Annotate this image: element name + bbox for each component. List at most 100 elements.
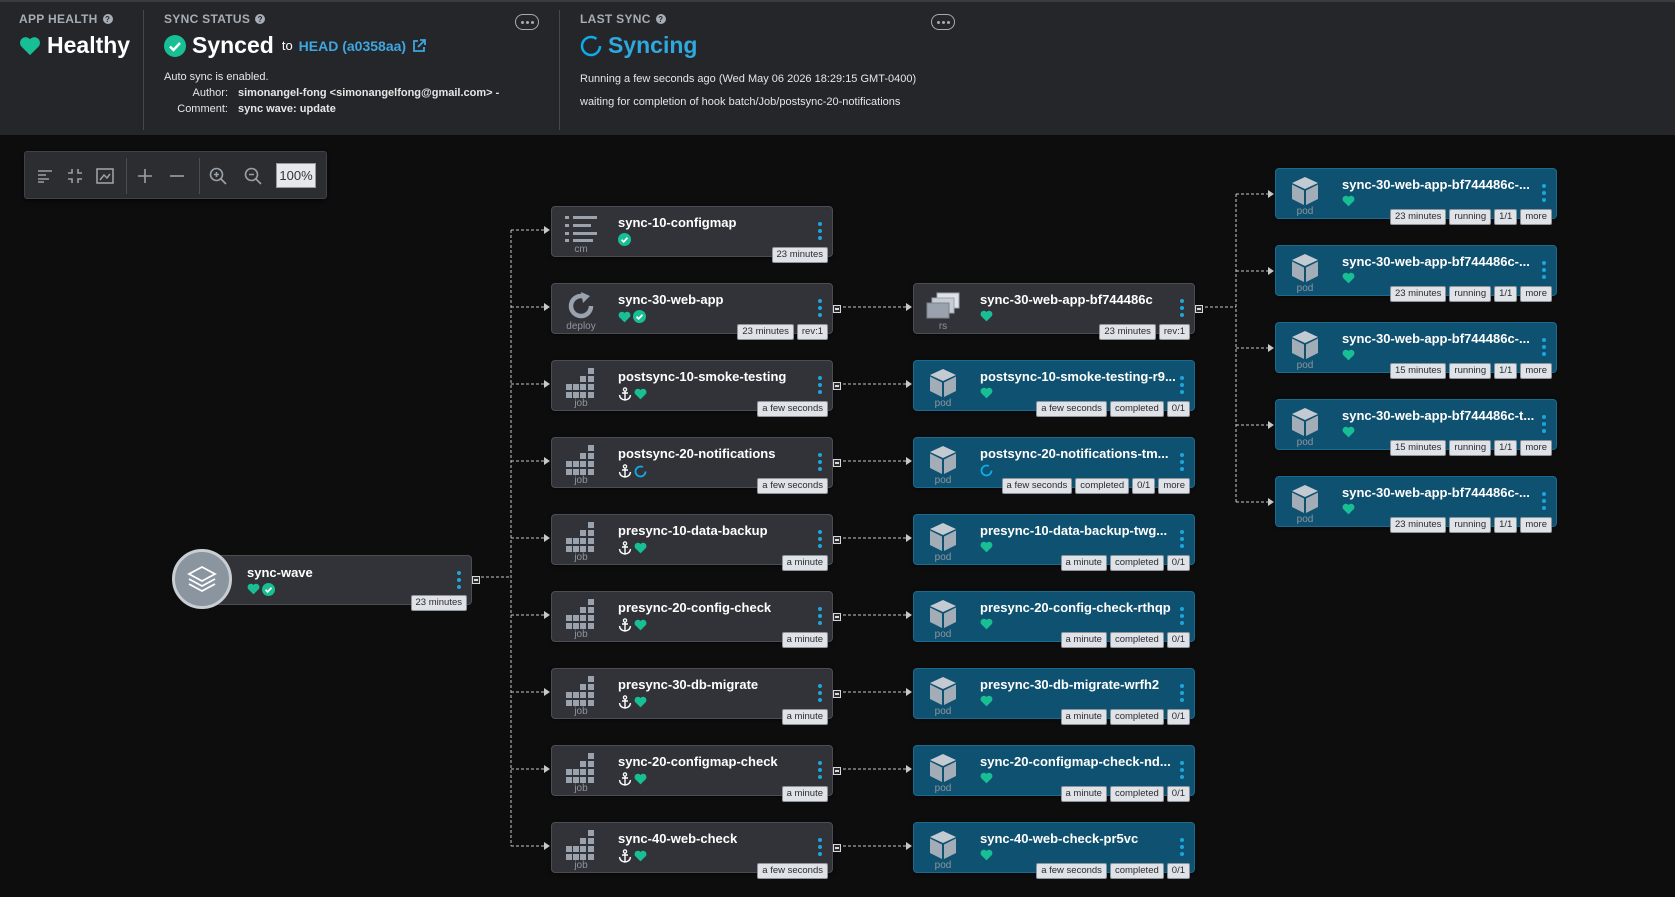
collapse-toggle[interactable] — [833, 613, 841, 621]
resource-node[interactable]: cm sync-10-configmap 23 minutes — [551, 206, 833, 263]
node-menu-icon[interactable] — [1180, 299, 1184, 317]
node-menu-icon[interactable] — [818, 838, 822, 856]
collapse-toggle[interactable] — [833, 382, 841, 390]
node-menu-icon[interactable] — [1542, 415, 1546, 433]
resource-tag: 15 minutes — [1389, 363, 1447, 379]
node-menu-icon[interactable] — [1542, 184, 1546, 202]
pod-node[interactable]: pod presync-20-config-check-rthqp a minute… — [913, 591, 1195, 648]
node-menu-icon[interactable] — [1542, 492, 1546, 510]
pod-node[interactable]: pod sync-30-web-app-bf744486c-... 23 minut… — [1275, 476, 1557, 533]
collapse-toggle[interactable] — [833, 767, 841, 775]
node-menu-icon[interactable] — [1180, 453, 1184, 471]
pod-node[interactable]: pod presync-10-data-backup-twg... a minute… — [913, 514, 1195, 571]
resource-kind: pod — [934, 629, 952, 640]
resource-status — [618, 387, 647, 401]
node-menu-icon[interactable] — [1180, 607, 1184, 625]
zoom-in-icon[interactable] — [206, 164, 230, 188]
minus-icon[interactable] — [165, 164, 189, 188]
resource-node[interactable]: job presync-30-db-migrate a minute — [551, 668, 841, 725]
author-label: Author: — [192, 87, 228, 99]
resource-tag[interactable]: more — [1520, 517, 1552, 533]
app-node-menu-icon[interactable] — [457, 571, 461, 589]
collapse-toggle[interactable] — [1195, 305, 1203, 313]
resource-tags: a few seconds — [757, 863, 828, 879]
pod-node[interactable]: pod sync-40-web-check-pr5vc a few seconds c… — [913, 822, 1195, 879]
progressing-icon — [980, 464, 993, 477]
node-menu-icon[interactable] — [818, 299, 822, 317]
node-menu-icon[interactable] — [1180, 838, 1184, 856]
hook-anchor-icon — [618, 772, 632, 786]
zoom-level-input[interactable]: 100% — [276, 163, 316, 188]
fit-screen-icon[interactable] — [93, 164, 117, 188]
collapse-toggle[interactable] — [833, 690, 841, 698]
align-left-icon[interactable] — [33, 164, 57, 188]
edge-arrow — [1268, 421, 1274, 429]
replicaset-icon — [924, 291, 962, 321]
grid-icon — [562, 522, 600, 552]
resource-tags: a minute completed 0/1 — [1060, 555, 1190, 571]
heart-icon — [247, 583, 260, 595]
cube-icon — [1286, 407, 1324, 437]
help-icon[interactable]: ? — [655, 14, 666, 24]
collapse-toggle[interactable] — [833, 844, 841, 852]
resource-tags: 23 minutes rev:1 — [1099, 324, 1190, 340]
resource-tag[interactable]: more — [1520, 440, 1552, 456]
external-link-icon[interactable] — [412, 38, 426, 53]
collapse-toggle[interactable] — [833, 305, 841, 313]
app-node[interactable]: sync-wave 23 minutes — [172, 549, 480, 611]
collapse-icon[interactable] — [63, 164, 87, 188]
resource-name: sync-30-web-app — [618, 292, 724, 307]
pod-node[interactable]: pod postsync-20-notifications-tm... a few … — [913, 437, 1195, 494]
node-menu-icon[interactable] — [1180, 761, 1184, 779]
pod-node[interactable]: pod sync-30-web-app-bf744486c-... 23 minut… — [1275, 245, 1557, 302]
last-sync-more-button[interactable] — [931, 14, 955, 30]
pod-node[interactable]: pod sync-30-web-app-bf744486c-... 15 minut… — [1275, 322, 1557, 379]
node-menu-icon[interactable] — [818, 530, 822, 548]
resource-status — [980, 695, 993, 707]
node-menu-icon[interactable] — [1542, 338, 1546, 356]
plus-icon[interactable] — [133, 164, 157, 188]
revision-link[interactable]: HEAD (a0358aa) — [299, 38, 406, 54]
resource-node[interactable]: deploy sync-30-web-app 23 minutes rev:1 — [551, 283, 841, 340]
resource-tag[interactable]: more — [1520, 209, 1552, 225]
collapse-toggle[interactable] — [472, 576, 480, 584]
node-menu-icon[interactable] — [818, 376, 822, 394]
pod-node[interactable]: pod sync-30-web-app-bf744486c-t... 15 minu… — [1275, 399, 1557, 456]
resource-node[interactable]: job postsync-10-smoke-testing a few second… — [551, 360, 841, 417]
resource-tag[interactable]: more — [1158, 478, 1190, 494]
node-menu-icon[interactable] — [818, 607, 822, 625]
resource-tag: 23 minutes — [771, 247, 828, 263]
edge-arrow — [1268, 498, 1274, 506]
resource-node[interactable]: job postsync-20-notifications a few second… — [551, 437, 841, 494]
node-menu-icon[interactable] — [1542, 261, 1546, 279]
app-node-status — [247, 583, 275, 596]
node-menu-icon[interactable] — [818, 222, 822, 240]
sync-status-more-button[interactable] — [515, 14, 539, 30]
replicaset-node[interactable]: rs sync-30-web-app-bf744486c 23 minutes rev… — [913, 283, 1203, 340]
edge-arrow — [544, 457, 550, 465]
help-icon[interactable]: ? — [255, 14, 266, 24]
heart-icon — [1342, 272, 1355, 284]
zoom-out-icon[interactable] — [241, 164, 265, 188]
resource-node[interactable]: job sync-40-web-check a few seconds — [551, 822, 841, 879]
pod-node[interactable]: pod sync-30-web-app-bf744486c-... 23 minut… — [1275, 168, 1557, 225]
node-menu-icon[interactable] — [1180, 376, 1184, 394]
collapse-toggle[interactable] — [833, 536, 841, 544]
node-menu-icon[interactable] — [818, 453, 822, 471]
pod-node[interactable]: pod presync-30-db-migrate-wrfh2 a minute co… — [913, 668, 1195, 725]
resource-node[interactable]: job presync-20-config-check a minute — [551, 591, 841, 648]
node-menu-icon[interactable] — [818, 684, 822, 702]
node-menu-icon[interactable] — [1180, 530, 1184, 548]
collapse-toggle[interactable] — [833, 459, 841, 467]
resource-node[interactable]: job presync-10-data-backup a minute — [551, 514, 841, 571]
node-menu-icon[interactable] — [818, 761, 822, 779]
pod-node[interactable]: pod postsync-10-smoke-testing-r9... a few … — [913, 360, 1195, 417]
help-icon[interactable]: ? — [102, 14, 113, 24]
resource-tag[interactable]: more — [1520, 286, 1552, 302]
node-menu-icon[interactable] — [1180, 684, 1184, 702]
resource-node[interactable]: job sync-20-configmap-check a minute — [551, 745, 841, 802]
pod-node[interactable]: pod sync-20-configmap-check-nd... a minute… — [913, 745, 1195, 802]
grid-icon — [562, 830, 600, 860]
resource-tag[interactable]: more — [1520, 363, 1552, 379]
app-node-name: sync-wave — [247, 565, 313, 580]
